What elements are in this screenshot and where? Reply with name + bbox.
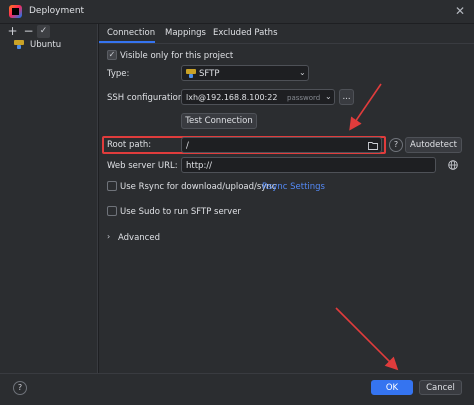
annotation-arrows	[335, 83, 399, 371]
cancel-button[interactable]: Cancel	[419, 380, 462, 395]
arrow-to-ok-button	[335, 307, 399, 371]
ok-button[interactable]: OK	[371, 380, 413, 395]
arrow-to-root-path	[349, 83, 382, 131]
help-icon[interactable]: ?	[13, 381, 27, 395]
